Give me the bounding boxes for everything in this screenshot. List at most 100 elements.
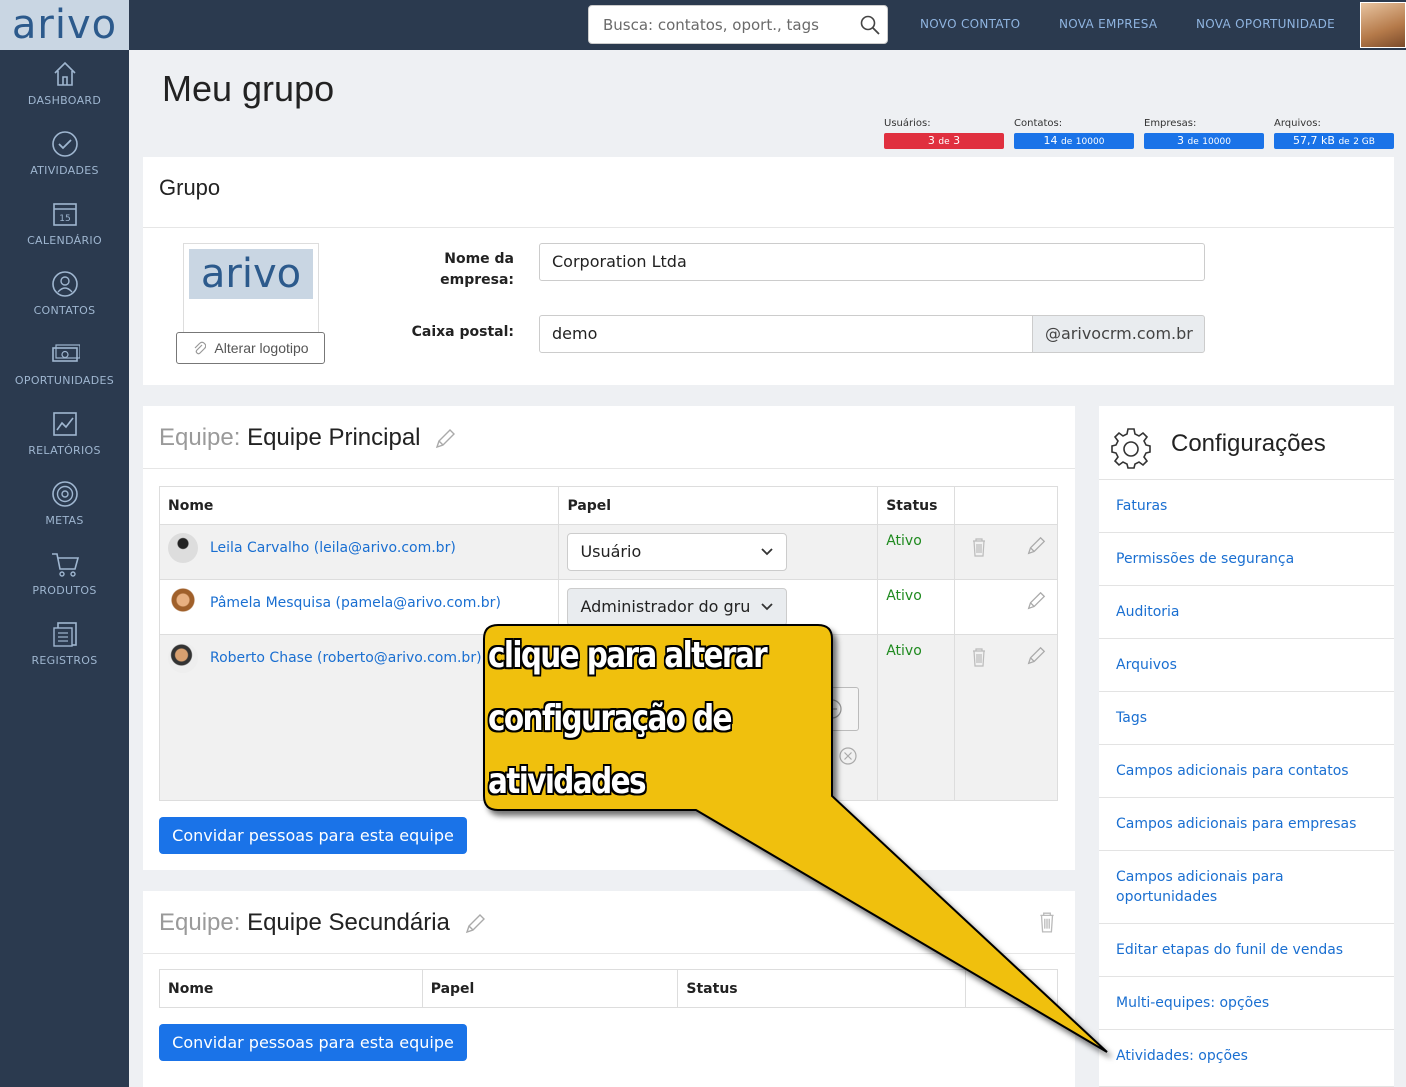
change-logo-button[interactable]: Alterar logotipo xyxy=(176,332,325,364)
edit-pencil-icon[interactable] xyxy=(1025,535,1047,557)
settings-item-permissoes[interactable]: Permissões de segurança xyxy=(1099,532,1394,585)
settings-item-campos-empresas[interactable]: Campos adicionais para empresas xyxy=(1099,797,1394,850)
divider xyxy=(143,953,1075,954)
member-avatar xyxy=(168,533,198,563)
home-icon xyxy=(53,61,76,86)
member-link[interactable]: Leila Carvalho (leila@arivo.com.br) xyxy=(210,540,456,556)
stat-users-bar: 3 de 3 xyxy=(884,133,1004,149)
new-company-link[interactable]: NOVA EMPRESA xyxy=(1059,17,1157,31)
settings-item-tags[interactable]: Tags xyxy=(1099,691,1394,744)
paperclip-icon xyxy=(194,341,207,355)
stat-files-bar: 57,7 kB de 2 GB xyxy=(1274,133,1394,149)
sidebar-item-oportunidades[interactable]: OPORTUNIDADES xyxy=(0,340,129,410)
status-text: Ativo xyxy=(886,643,922,659)
settings-item-faturas[interactable]: Faturas xyxy=(1099,479,1394,532)
sidebar-item-produtos[interactable]: PRODUTOS xyxy=(0,550,129,620)
settings-item-arquivos[interactable]: Arquivos xyxy=(1099,638,1394,691)
member-link[interactable]: Roberto Chase (roberto@arivo.com.br) xyxy=(210,650,482,666)
column-header-actions xyxy=(954,486,1058,525)
edit-pencil-icon[interactable] xyxy=(433,427,457,451)
settings-item-funil-vendas[interactable]: Editar etapas do funil de vendas xyxy=(1099,923,1394,976)
top-bar: NOVO CONTATO NOVA EMPRESA NOVA OPORTUNID… xyxy=(129,0,1406,50)
settings-item-multi-equipes[interactable]: Multi-equipes: opções xyxy=(1099,976,1394,1029)
mailbox-label: Caixa postal: xyxy=(411,324,514,340)
app-logo-text: arivo xyxy=(11,2,118,48)
edit-pencil-icon[interactable] xyxy=(1025,645,1047,667)
add-role-button[interactable] xyxy=(819,687,860,731)
trash-icon[interactable] xyxy=(1038,911,1056,933)
app-logo[interactable]: arivo xyxy=(0,0,129,50)
member-avatar xyxy=(168,588,198,618)
team-panel-secundaria: Equipe: Equipe Secundária Nome Papel Sta… xyxy=(143,891,1075,1087)
target-icon xyxy=(51,481,78,507)
chart-icon xyxy=(52,412,77,436)
settings-item-campos-contatos[interactable]: Campos adicionais para contatos xyxy=(1099,744,1394,797)
member-link[interactable]: Pâmela Mesquisa (pamela@arivo.com.br) xyxy=(210,595,501,611)
stat-users: Usuários: 3 de 3 xyxy=(884,118,1004,149)
sidebar-item-contatos[interactable]: CONTATOS xyxy=(0,270,129,340)
group-panel: Grupo arivo Alterar logotipo Nome da emp… xyxy=(143,157,1394,385)
stat-contacts: Contatos: 14 de 10000 xyxy=(1014,118,1134,149)
column-header-role: Papel xyxy=(558,486,879,525)
status-text: Ativo xyxy=(886,533,922,549)
divider xyxy=(143,468,1075,469)
company-logo: arivo xyxy=(183,243,319,333)
sidebar-item-metas[interactable]: METAS xyxy=(0,480,129,550)
settings-item-campos-oportunidades[interactable]: Campos adicionais para oportunidades xyxy=(1099,850,1394,923)
company-name-label: Nome da empresa: xyxy=(440,251,514,288)
search-icon[interactable] xyxy=(859,14,881,36)
cart-icon xyxy=(51,553,79,577)
column-header-actions xyxy=(965,969,1058,1008)
sidebar-item-registros[interactable]: REGISTROS xyxy=(0,620,129,690)
trash-icon[interactable] xyxy=(971,537,987,557)
new-contact-link[interactable]: NOVO CONTATO xyxy=(920,17,1020,31)
team-members-table: Nome Papel Status xyxy=(159,969,1058,1008)
sidebar: arivo DASHBOARD ATIVIDADES 15 CALENDÁRIO… xyxy=(0,0,129,1087)
search-box[interactable] xyxy=(588,5,888,44)
team-title: Equipe: Equipe Principal xyxy=(159,424,457,452)
stat-companies: Empresas: 3 de 10000 xyxy=(1144,118,1264,149)
plus-circle-icon xyxy=(822,699,843,719)
chevron-down-icon xyxy=(761,548,774,556)
role-select[interactable]: Administrador do gru xyxy=(567,588,788,626)
table-header-row: Nome Papel Status xyxy=(158,486,1058,525)
column-header-role: Papel xyxy=(421,969,679,1008)
column-header-name: Nome xyxy=(158,486,560,525)
user-avatar[interactable] xyxy=(1360,2,1406,48)
settings-item-atividades-opcoes[interactable]: Atividades: opções xyxy=(1099,1029,1394,1087)
new-opportunity-link[interactable]: NOVA OPORTUNIDADE xyxy=(1196,17,1335,31)
divider xyxy=(143,227,1394,228)
team-title: Equipe: Equipe Secundária xyxy=(159,909,487,937)
stat-contacts-bar: 14 de 10000 xyxy=(1014,133,1134,149)
table-header-row: Nome Papel Status xyxy=(159,969,1058,1008)
role-select[interactable]: Usuário xyxy=(567,533,788,571)
search-input[interactable] xyxy=(589,6,849,43)
sidebar-item-calendario[interactable]: 15 CALENDÁRIO xyxy=(0,200,129,270)
invite-to-team-button[interactable]: Convidar pessoas para esta equipe xyxy=(159,1024,467,1061)
sidebar-item-relatorios[interactable]: RELATÓRIOS xyxy=(0,410,129,480)
remove-circle-icon[interactable] xyxy=(838,746,858,766)
page-title: Meu grupo xyxy=(162,68,335,109)
settings-item-auditoria[interactable]: Auditoria xyxy=(1099,585,1394,638)
member-avatar xyxy=(168,643,198,673)
invite-to-team-button[interactable]: Convidar pessoas para esta equipe xyxy=(159,817,467,854)
edit-pencil-icon[interactable] xyxy=(463,912,487,936)
company-name-field[interactable]: Corporation Ltda xyxy=(539,243,1205,281)
svg-text:15: 15 xyxy=(59,214,70,224)
settings-panel: Configurações Faturas Permissões de segu… xyxy=(1099,406,1394,1087)
column-header-name: Nome xyxy=(159,969,423,1008)
column-header-status: Status xyxy=(677,969,967,1008)
group-title: Grupo xyxy=(159,175,221,200)
sidebar-item-dashboard[interactable]: DASHBOARD xyxy=(0,60,129,130)
edit-pencil-icon[interactable] xyxy=(1025,590,1047,612)
table-row: Leila Carvalho (leila@arivo.com.br) Usuá… xyxy=(158,524,1058,580)
mailbox-field[interactable]: demo xyxy=(539,315,1033,353)
column-header-status: Status xyxy=(877,486,956,525)
trash-icon[interactable] xyxy=(971,647,987,667)
sidebar-item-atividades[interactable]: ATIVIDADES xyxy=(0,130,129,200)
records-icon xyxy=(52,622,77,647)
check-circle-icon xyxy=(51,131,78,157)
calendar-icon: 15 xyxy=(52,203,77,226)
stat-files: Arquivos: 57,7 kB de 2 GB xyxy=(1274,118,1394,149)
gear-icon xyxy=(1111,428,1151,469)
